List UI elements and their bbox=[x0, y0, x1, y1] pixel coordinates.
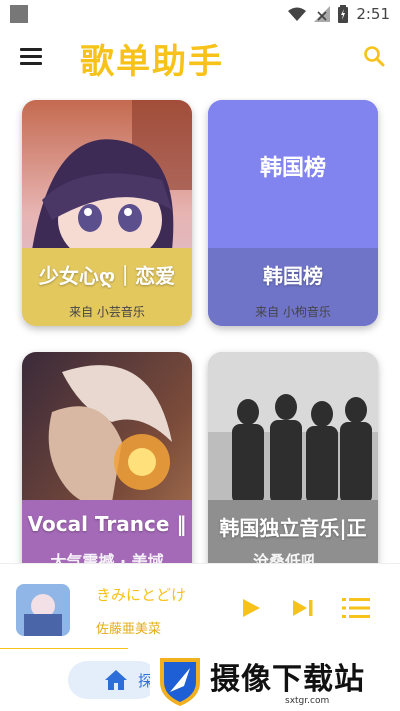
card-band: Vocal Trance ‖ 大气震撼 · 美域 bbox=[22, 500, 192, 563]
watermark: 摄像下载站 sxtgr.com bbox=[150, 652, 400, 711]
playlist-card[interactable]: Vocal Trance ‖ 大气震撼 · 美域 bbox=[22, 352, 192, 563]
watermark-url: sxtgr.com bbox=[285, 696, 330, 706]
album-art[interactable] bbox=[16, 584, 70, 636]
watermark-logo bbox=[160, 658, 200, 706]
home-icon bbox=[105, 670, 127, 690]
search-icon[interactable] bbox=[362, 44, 386, 68]
wifi-icon bbox=[288, 7, 307, 21]
nav-item-explore[interactable]: 探 bbox=[68, 661, 158, 699]
status-icons: 2:51 bbox=[288, 4, 390, 24]
playlist-title: 韩国榜 bbox=[263, 264, 323, 288]
playlist-title: 韩国独立音乐|正 bbox=[219, 516, 367, 540]
playlist-title: 少女心ღ｜恋爱 bbox=[38, 264, 176, 288]
battery-icon bbox=[338, 5, 349, 23]
song-title: きみにとどけ bbox=[96, 586, 187, 604]
playlist-subtitle: 大气震撼 · 美域 bbox=[50, 552, 164, 563]
menu-icon[interactable] bbox=[20, 48, 42, 66]
status-bar: 2:51 bbox=[0, 0, 400, 28]
app-bar: 歌单助手 bbox=[0, 28, 400, 86]
card-band: 少女心ღ｜恋爱 来自 小芸音乐 bbox=[22, 248, 192, 326]
song-artist: 佐藤亜美菜 bbox=[96, 622, 162, 637]
card-band: 韩国独立音乐|正 沧桑低吼… bbox=[208, 500, 378, 563]
signal-icon bbox=[314, 6, 331, 22]
playlist-subtitle: 沧桑低吼… bbox=[252, 552, 333, 563]
app-title: 歌单助手 bbox=[80, 42, 224, 82]
notification-icon bbox=[10, 5, 28, 23]
mini-player: きみにとどけ 佐藤亜美菜 bbox=[0, 563, 400, 650]
playlist-source: 来自 小枸音乐 bbox=[255, 305, 331, 319]
playlist-card[interactable]: 少女心ღ｜恋爱 来自 小芸音乐 bbox=[22, 100, 192, 326]
playlist-title: Vocal Trance ‖ bbox=[27, 512, 187, 536]
playlist-source: 来自 小芸音乐 bbox=[69, 305, 145, 319]
playlist-card[interactable]: 韩国榜 韩国榜 来自 小枸音乐 bbox=[208, 100, 378, 326]
next-icon[interactable] bbox=[292, 599, 314, 617]
playlist-card[interactable]: 韩国独立音乐|正 沧桑低吼… bbox=[208, 352, 378, 563]
card-band: 韩国榜 来自 小枸音乐 bbox=[208, 248, 378, 326]
status-time: 2:51 bbox=[356, 5, 390, 23]
playlist-grid: 少女心ღ｜恋爱 来自 小芸音乐 韩国榜 韩国榜 来自 小枸音乐 Vocal Tr… bbox=[0, 98, 400, 563]
cover-label: 韩国榜 bbox=[259, 156, 326, 181]
playlist-icon[interactable] bbox=[342, 597, 370, 619]
watermark-text: 摄像下载站 bbox=[210, 662, 365, 697]
play-icon[interactable] bbox=[241, 598, 261, 618]
